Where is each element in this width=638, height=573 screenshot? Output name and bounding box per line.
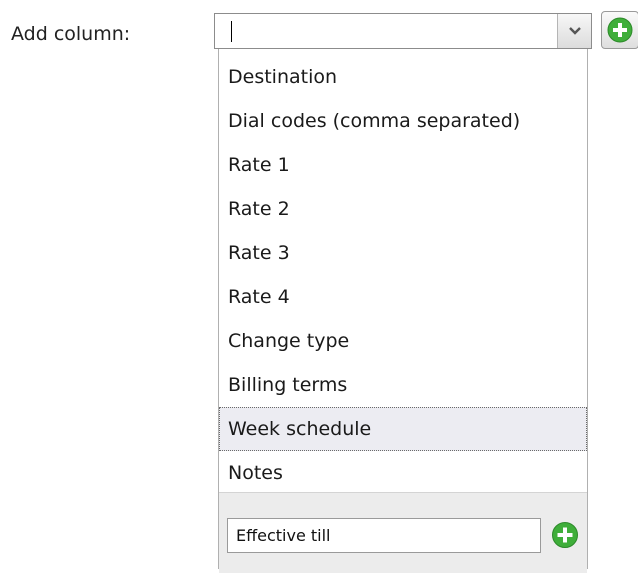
dropdown-footer <box>219 492 587 573</box>
plus-circle-icon <box>552 522 578 548</box>
add-custom-column-button[interactable] <box>549 519 581 551</box>
option-dial-codes[interactable]: Dial codes (comma separated) <box>219 99 587 143</box>
option-billing-terms[interactable]: Billing terms <box>219 363 587 407</box>
option-rate-4[interactable]: Rate 4 <box>219 275 587 319</box>
option-rate-2[interactable]: Rate 2 <box>219 187 587 231</box>
option-rate-1[interactable]: Rate 1 <box>219 143 587 187</box>
chevron-down-icon <box>568 27 581 35</box>
option-destination[interactable]: Destination <box>219 55 587 99</box>
text-cursor <box>231 21 232 42</box>
column-dropdown-list: Destination Dial codes (comma separated)… <box>218 49 588 573</box>
add-column-label: Add column: <box>11 23 131 45</box>
add-column-button[interactable] <box>601 11 638 49</box>
option-week-schedule[interactable]: Week schedule <box>219 407 587 451</box>
dropdown-toggle-button[interactable] <box>557 14 591 48</box>
option-rate-3[interactable]: Rate 3 <box>219 231 587 275</box>
add-column-combobox[interactable] <box>214 13 592 49</box>
custom-column-input[interactable] <box>227 518 541 553</box>
plus-circle-icon <box>607 17 633 43</box>
option-change-type[interactable]: Change type <box>219 319 587 363</box>
option-notes[interactable]: Notes <box>219 451 587 495</box>
dropdown-options: Destination Dial codes (comma separated)… <box>219 55 587 495</box>
